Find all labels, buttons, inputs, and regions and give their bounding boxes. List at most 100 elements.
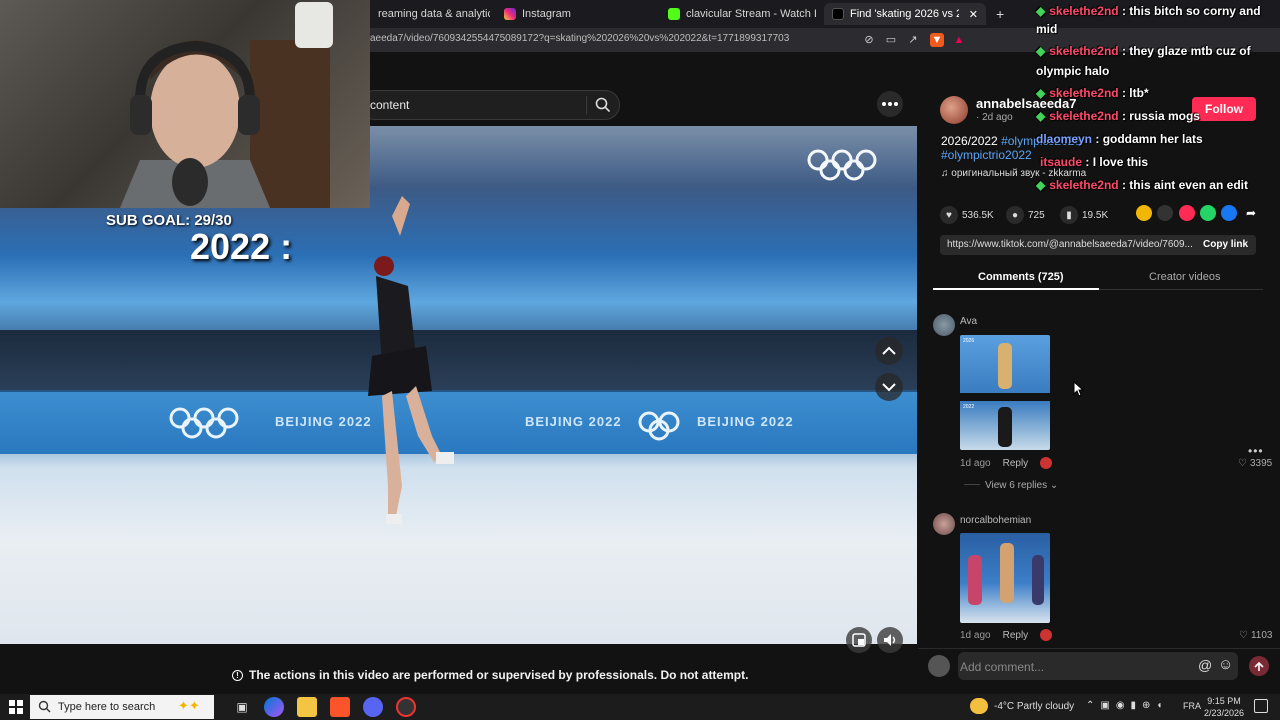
avatar[interactable]: [933, 513, 955, 535]
search-highlight-icon: ✦✦: [178, 698, 200, 713]
save-count: 19.5K: [1082, 209, 1109, 221]
tab-comments[interactable]: Comments (725): [978, 271, 1064, 283]
tab-kick-stream[interactable]: clavicular Stream - Watch Live on Kic: [660, 3, 816, 25]
chat-message: ◆ skelethe2nd : they glaze mtb cuz of: [1036, 44, 1251, 58]
tab-instagram[interactable]: Instagram: [496, 3, 646, 25]
post-link[interactable]: https://www.tiktok.com/@annabelsaeeda7/v…: [947, 239, 1193, 250]
embed-icon[interactable]: [1157, 205, 1173, 221]
chat-message: ◆ skelethe2nd : russia mogs: [1036, 109, 1200, 123]
avatar[interactable]: [933, 314, 955, 336]
picture-in-picture-icon[interactable]: [846, 627, 872, 653]
repost-icon[interactable]: [1136, 205, 1152, 221]
like-stat[interactable]: ♥ 536.5K: [940, 206, 994, 224]
heart-outline-icon: ♡: [1239, 630, 1248, 641]
comment-icon: ●: [1006, 206, 1024, 224]
olympic-rings-icon: [169, 407, 239, 439]
comment-meta: 1d ago Reply: [960, 629, 1053, 641]
gem-icon: ◆: [1036, 86, 1046, 100]
file-explorer-icon[interactable]: [297, 697, 317, 717]
comment-image[interactable]: 2026 2022: [960, 335, 1050, 450]
more-options-icon[interactable]: [877, 91, 903, 117]
gem-icon: ◆: [1036, 44, 1046, 58]
view-replies-button[interactable]: View 6 replies ⌄: [985, 480, 1058, 491]
active-tab-indicator: [933, 288, 1099, 290]
obs-icon[interactable]: [396, 697, 416, 717]
chat-message: itsaude : I love this: [1040, 155, 1148, 169]
weather-icon: [970, 698, 988, 714]
safety-disclaimer: ! The actions in this video are performe…: [232, 668, 748, 682]
mention-icon[interactable]: @: [1198, 657, 1212, 673]
comment-like[interactable]: ♡ 3395: [1238, 458, 1272, 469]
olympic-rings-icon: [638, 411, 680, 441]
previous-video-button[interactable]: [875, 337, 903, 365]
search-icon[interactable]: [594, 96, 612, 114]
board-text: BEIJING 2022: [275, 414, 372, 429]
notifications-icon[interactable]: [1254, 699, 1268, 713]
chat-message: ◆ skelethe2nd : ltb*: [1036, 86, 1149, 100]
chat-username: itsaude: [1040, 155, 1083, 169]
tab-creator-videos[interactable]: Creator videos: [1149, 271, 1221, 283]
reply-button[interactable]: Reply: [1003, 458, 1029, 469]
emoji-icon[interactable]: ☺: [1218, 656, 1233, 673]
windows-start-icon[interactable]: [9, 700, 23, 714]
comment-stat[interactable]: ● 725: [1006, 206, 1045, 224]
task-view-icon[interactable]: ▣: [232, 697, 252, 717]
url-field[interactable]: aeeda7/video/7609342554475089172?q=skati…: [370, 33, 789, 44]
hashtag-link[interactable]: #olympictrio2022: [941, 148, 1032, 162]
chat-message: ◆ skelethe2nd : this bitch so corny and: [1036, 4, 1261, 18]
comment-like-count: 1103: [1250, 630, 1273, 641]
close-tab-icon[interactable]: ✕: [969, 8, 978, 21]
comment-author[interactable]: norcalbohemian: [960, 515, 1031, 526]
volume-icon[interactable]: [877, 627, 903, 653]
copy-link-button[interactable]: Copy link: [1203, 239, 1248, 250]
reader-off-icon[interactable]: ⊘: [862, 33, 876, 47]
creator-liked-icon: [1040, 457, 1053, 469]
comment-meta: 1d ago Reply: [960, 457, 1053, 469]
comment-more-icon[interactable]: •••: [1248, 444, 1264, 458]
board-text: BEIJING 2022: [697, 414, 794, 429]
new-tab-icon[interactable]: +: [988, 3, 1008, 25]
clock[interactable]: 9:15 PM 2/23/2026: [1204, 695, 1244, 719]
send-comment-button[interactable]: [1249, 656, 1269, 676]
brave-shield-icon[interactable]: ▼: [930, 33, 944, 47]
copilot-icon[interactable]: [264, 697, 284, 717]
comment-age: 1d ago: [960, 457, 991, 469]
comment-author[interactable]: Ava: [960, 316, 977, 327]
chat-text: : I love this: [1085, 155, 1149, 169]
cast-icon[interactable]: ▭: [884, 33, 898, 47]
streamer-webcam-image: [120, 2, 333, 208]
reply-button[interactable]: Reply: [1003, 630, 1029, 641]
clock-date: 2/23/2026: [1204, 708, 1245, 718]
whatsapp-icon[interactable]: [1200, 205, 1216, 221]
mouse-cursor-icon: [1073, 381, 1085, 397]
tab-tiktok-search[interactable]: Find 'skating 2026 vs 2022' o ✕: [824, 3, 986, 25]
follow-button[interactable]: Follow: [1192, 97, 1256, 121]
facebook-icon[interactable]: [1221, 205, 1237, 221]
info-icon: !: [232, 669, 243, 681]
discord-icon[interactable]: [363, 697, 383, 717]
brave-browser-icon[interactable]: [330, 697, 350, 717]
tab-label: Find 'skating 2026 vs 2022' o: [850, 8, 959, 20]
send-to-friends-icon[interactable]: [1179, 205, 1195, 221]
taskbar-search-placeholder: Type here to search: [58, 701, 156, 713]
gem-icon: ◆: [1036, 4, 1046, 18]
comment-count: 725: [1028, 209, 1045, 221]
share-icon[interactable]: ↗: [906, 33, 920, 47]
creator-liked-icon: [1040, 629, 1053, 641]
comment-like-count: 3395: [1249, 458, 1273, 469]
save-stat[interactable]: ▮ 19.5K: [1060, 206, 1108, 224]
comment-like[interactable]: ♡ 1103: [1239, 630, 1272, 641]
share-more-icon[interactable]: ➦: [1243, 205, 1259, 221]
avatar[interactable]: [940, 96, 968, 124]
input-language[interactable]: FRA: [1183, 701, 1201, 711]
tab-streaming-analytics[interactable]: reaming data & analytics in one: [370, 3, 490, 25]
brave-rewards-icon[interactable]: ▲: [952, 33, 966, 47]
chat-username: dlaomeyn: [1036, 132, 1093, 146]
weather-text[interactable]: -4°C Partly cloudy: [994, 701, 1074, 712]
chat-text: : russia mogs: [1121, 109, 1200, 123]
comment-image[interactable]: [960, 533, 1050, 623]
system-tray-icons[interactable]: ⌃▣◉▮⊕◖: [1086, 700, 1168, 711]
chat-text: : this bitch so corny and: [1121, 4, 1261, 18]
next-video-button[interactable]: [875, 373, 903, 401]
search-input[interactable]: content: [370, 98, 409, 112]
